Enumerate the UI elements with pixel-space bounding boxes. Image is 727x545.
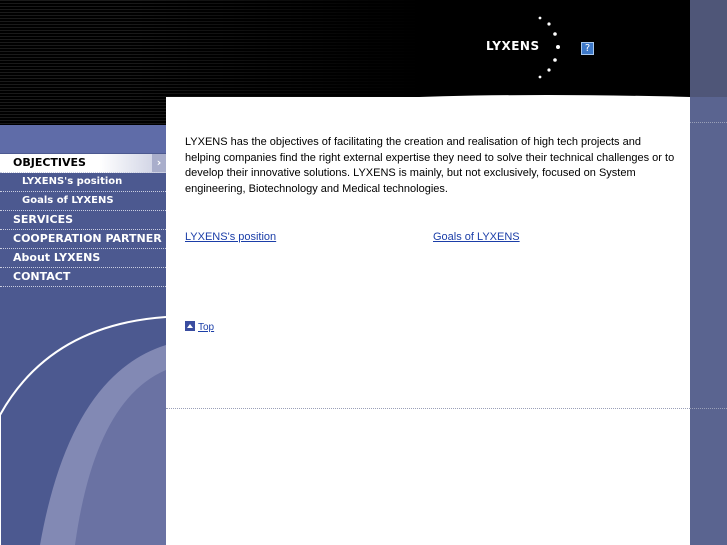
right-edge-panel-top <box>690 0 727 97</box>
help-icon[interactable]: ? <box>581 42 594 55</box>
nav-goals-of-lyxens-label: Goals of LYXENS <box>22 195 114 206</box>
sidebar-decoration <box>0 316 166 545</box>
divider-top-right <box>690 122 727 123</box>
nav-services[interactable]: SERVICES <box>0 211 166 230</box>
nav-contact[interactable]: CONTACT <box>0 268 166 287</box>
nav-goals-of-lyxens[interactable]: Goals of LYXENS <box>0 192 166 211</box>
sidebar-top-band <box>0 125 166 153</box>
back-to-top-link[interactable]: Top <box>185 321 214 333</box>
logo-dots-icon <box>538 16 560 79</box>
nav-services-label: SERVICES <box>13 213 74 226</box>
content-panel-curve <box>166 95 690 130</box>
link-lyxens-position[interactable]: LYXENS's position <box>185 231 276 243</box>
nav-objectives[interactable]: OBJECTIVES › <box>0 154 166 173</box>
link-goals-of-lyxens[interactable]: Goals of LYXENS <box>433 231 520 243</box>
nav-cooperation-partner-label: COOPERATION PARTNER <box>13 232 162 245</box>
nav-objectives-label: OBJECTIVES <box>13 156 86 169</box>
nav-contact-label: CONTACT <box>13 270 71 283</box>
nav-cooperation-partner[interactable]: COOPERATION PARTNER <box>0 230 166 249</box>
nav-lyxens-position-label: LYXENS's position <box>22 176 123 187</box>
intro-paragraph: LYXENS has the objectives of facilitatin… <box>185 136 675 195</box>
content-divider <box>166 408 690 409</box>
back-to-top-label: Top <box>198 322 215 333</box>
help-icon-glyph: ? <box>584 43 591 54</box>
arrow-up-icon <box>185 321 195 331</box>
main-navigation: OBJECTIVES › LYXENS's position Goals of … <box>0 154 166 287</box>
chevron-right-icon: › <box>152 154 166 172</box>
nav-about-lyxens-label: About LYXENS <box>13 251 101 264</box>
nav-lyxens-position[interactable]: LYXENS's position <box>0 173 166 192</box>
divider-mid-right <box>690 408 727 409</box>
nav-about-lyxens[interactable]: About LYXENS <box>0 249 166 268</box>
